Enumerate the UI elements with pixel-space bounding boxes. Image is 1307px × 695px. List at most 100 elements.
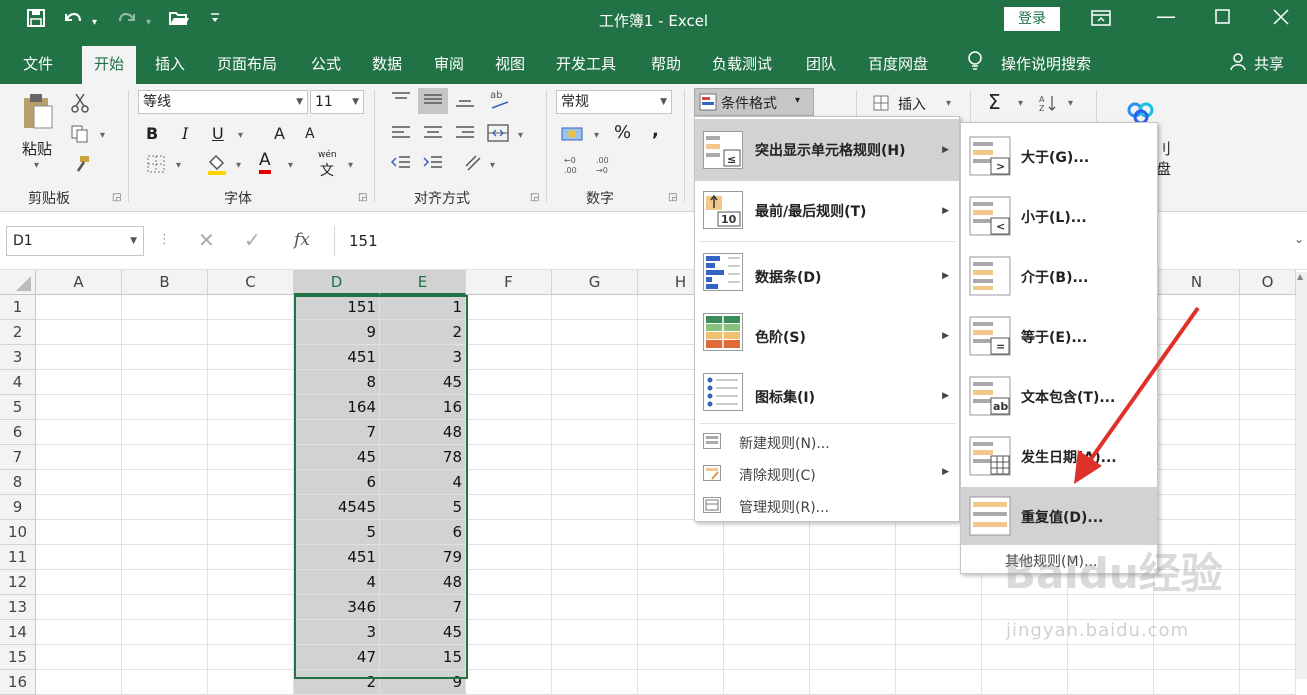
tab-view[interactable]: 视图 — [495, 53, 525, 74]
grid-cell[interactable] — [638, 670, 724, 695]
column-header-o[interactable]: O — [1240, 270, 1296, 295]
grid-cell[interactable] — [208, 595, 294, 620]
color-scales-item[interactable]: 色阶(S) ▶ — [695, 305, 959, 365]
underline-dropdown-icon[interactable]: ▾ — [238, 130, 243, 141]
ribbon-display-icon[interactable] — [1090, 8, 1112, 32]
grid-cell[interactable] — [208, 645, 294, 670]
grid-cell[interactable] — [552, 595, 638, 620]
tab-page-layout[interactable]: 页面布局 — [217, 53, 277, 74]
grid-cell[interactable] — [982, 645, 1068, 670]
grid-cell[interactable] — [466, 320, 552, 345]
grid-cell[interactable] — [1240, 520, 1296, 545]
grid-cell[interactable] — [552, 570, 638, 595]
grid-cell[interactable] — [552, 320, 638, 345]
greater-than-item[interactable]: > 大于(G)... — [961, 127, 1157, 185]
select-all-button[interactable] — [0, 270, 36, 295]
enter-icon[interactable]: ✓ — [244, 228, 261, 252]
grid-cell[interactable] — [1240, 395, 1296, 420]
grid-cell[interactable] — [36, 395, 122, 420]
copy-dropdown-icon[interactable]: ▾ — [100, 130, 105, 141]
grid-cell[interactable] — [896, 645, 982, 670]
grid-cell[interactable] — [724, 595, 810, 620]
grid-cell[interactable] — [36, 295, 122, 320]
tab-review[interactable]: 审阅 — [434, 53, 464, 74]
row-header[interactable]: 15 — [0, 645, 36, 670]
merge-center-icon[interactable] — [486, 122, 510, 148]
grid-cell[interactable] — [122, 345, 208, 370]
grid-cell[interactable] — [810, 645, 896, 670]
comma-button[interactable]: , — [652, 120, 659, 141]
grid-cell[interactable] — [208, 570, 294, 595]
grid-cell[interactable] — [122, 295, 208, 320]
data-bars-item[interactable]: 数据条(D) ▶ — [695, 245, 959, 305]
grid-cell[interactable] — [122, 495, 208, 520]
grid-cell[interactable] — [466, 620, 552, 645]
decrease-indent-icon[interactable] — [390, 154, 412, 176]
duplicate-values-item[interactable]: 重复值(D)... — [961, 487, 1157, 545]
grid-cell[interactable] — [466, 570, 552, 595]
grid-cell[interactable] — [36, 545, 122, 570]
highlight-cells-rules-item[interactable]: ≤ 突出显示单元格规则(H) ▶ — [695, 119, 959, 181]
grid-cell[interactable] — [466, 645, 552, 670]
name-box[interactable]: D1 ▼ — [6, 226, 144, 256]
row-header[interactable]: 1 — [0, 295, 36, 320]
drag-handle-icon[interactable]: ⋮ — [158, 232, 171, 247]
row-header[interactable]: 10 — [0, 520, 36, 545]
border-icon[interactable] — [146, 154, 166, 178]
tab-load-test[interactable]: 负载测试 — [712, 53, 772, 74]
grid-cell[interactable] — [1154, 670, 1240, 695]
grow-font-button[interactable]: A — [274, 124, 285, 143]
align-center-icon[interactable] — [422, 124, 444, 146]
grid-cell[interactable] — [1240, 545, 1296, 570]
grid-cell[interactable] — [36, 470, 122, 495]
grid-cell[interactable] — [466, 495, 552, 520]
grid-cell[interactable] — [1240, 645, 1296, 670]
grid-cell[interactable] — [466, 670, 552, 695]
grid-cell[interactable] — [810, 545, 896, 570]
vertical-scrollbar[interactable]: ▲ — [1296, 272, 1307, 679]
grid-cell[interactable] — [552, 620, 638, 645]
align-middle-icon[interactable] — [418, 88, 448, 114]
column-header-e[interactable]: E — [380, 270, 466, 295]
between-item[interactable]: 介于(B)... — [961, 247, 1157, 305]
grid-cell[interactable] — [552, 395, 638, 420]
increase-decimal-icon[interactable]: ←0.00 — [562, 154, 586, 180]
column-header-f[interactable]: F — [466, 270, 552, 295]
row-header[interactable]: 12 — [0, 570, 36, 595]
grid-cell[interactable] — [810, 520, 896, 545]
grid-cell[interactable] — [466, 470, 552, 495]
format-painter-icon[interactable] — [72, 154, 92, 178]
manage-rules-item[interactable]: 管理规则(R)... — [695, 495, 959, 523]
accounting-format-icon[interactable] — [560, 124, 584, 148]
decrease-decimal-icon[interactable]: .00 →0 — [594, 154, 618, 180]
grid-cell[interactable] — [552, 545, 638, 570]
copy-icon[interactable] — [70, 124, 90, 148]
grid-cell[interactable] — [1154, 645, 1240, 670]
icon-sets-item[interactable]: 图标集(I) ▶ — [695, 365, 959, 423]
grid-cell[interactable] — [724, 520, 810, 545]
grid-cell[interactable] — [810, 670, 896, 695]
login-button[interactable]: 登录 — [1004, 7, 1060, 31]
shrink-font-button[interactable]: A — [305, 126, 315, 142]
row-header[interactable]: 5 — [0, 395, 36, 420]
grid-cell[interactable] — [466, 295, 552, 320]
grid-cell[interactable] — [208, 545, 294, 570]
clipboard-launcher-icon[interactable]: ◲ — [112, 192, 121, 203]
grid-cell[interactable] — [552, 495, 638, 520]
grid-cell[interactable] — [1240, 470, 1296, 495]
align-right-icon[interactable] — [454, 124, 476, 146]
column-header-c[interactable]: C — [208, 270, 294, 295]
grid-cell[interactable] — [1240, 420, 1296, 445]
row-header[interactable]: 2 — [0, 320, 36, 345]
column-header-a[interactable]: A — [36, 270, 122, 295]
grid-cell[interactable] — [724, 570, 810, 595]
new-rule-item[interactable]: 新建规则(N)... — [695, 431, 959, 459]
grid-cell[interactable] — [1240, 570, 1296, 595]
grid-cell[interactable] — [122, 570, 208, 595]
grid-cell[interactable] — [552, 445, 638, 470]
grid-cell[interactable] — [36, 420, 122, 445]
grid-cell[interactable] — [208, 445, 294, 470]
grid-cell[interactable] — [466, 420, 552, 445]
share-button[interactable]: 共享 — [1254, 53, 1284, 74]
paste-label[interactable]: 粘贴 — [22, 138, 52, 159]
